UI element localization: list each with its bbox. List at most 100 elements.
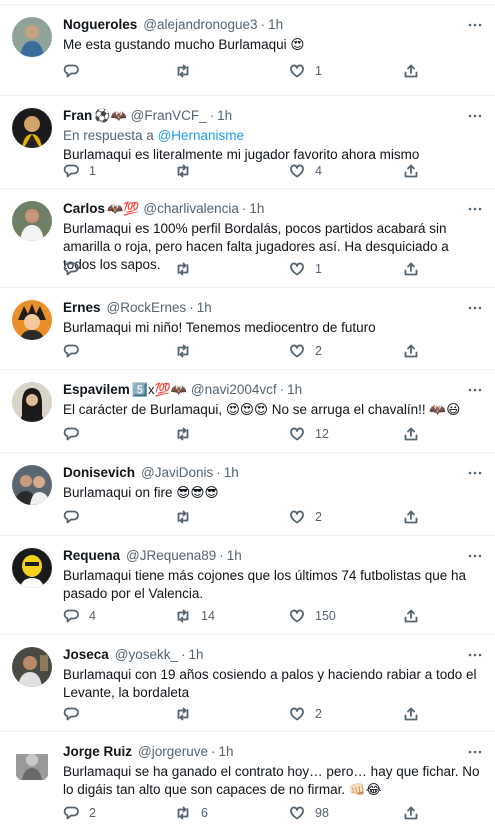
author-handle[interactable]: @navi2004vcf (191, 381, 277, 399)
reply-icon (63, 64, 79, 78)
avatar[interactable] (12, 108, 52, 148)
like-button[interactable]: 1 (289, 261, 335, 277)
more-options-icon[interactable] (467, 108, 483, 124)
more-options-icon[interactable] (467, 647, 483, 663)
share-icon (404, 510, 418, 524)
tweet-time[interactable]: 1h (268, 16, 283, 34)
more-options-icon[interactable] (467, 201, 483, 217)
tweet-card[interactable]: Joseca @yosekk_ · 1h Burlamaqui con 19 a… (0, 635, 495, 732)
author-handle[interactable]: @JRequena89 (126, 547, 216, 565)
reply-button[interactable] (63, 509, 109, 525)
author-name[interactable]: Nogueroles (63, 16, 137, 34)
share-button[interactable] (403, 608, 419, 624)
reply-button[interactable] (63, 63, 109, 79)
avatar[interactable] (12, 17, 52, 57)
avatar[interactable] (12, 647, 52, 687)
like-button[interactable]: 2 (289, 509, 335, 525)
author-name[interactable]: Jorge Ruiz (63, 743, 132, 761)
more-options-icon[interactable] (467, 382, 483, 398)
share-button[interactable] (403, 426, 419, 442)
avatar[interactable] (12, 300, 52, 340)
author-handle[interactable]: @charlivalencia (143, 200, 239, 218)
author-handle[interactable]: @alejandronogue3 (143, 16, 257, 34)
reply-button[interactable] (63, 343, 109, 359)
tweet-time[interactable]: 1h (224, 464, 239, 482)
like-button[interactable]: 150 (289, 608, 336, 624)
author-handle[interactable]: @RockErnes (107, 299, 187, 317)
author-name[interactable]: Fran (63, 107, 92, 125)
retweet-button[interactable] (175, 706, 221, 722)
more-options-icon[interactable] (467, 744, 483, 760)
tweet-time[interactable]: 1h (189, 646, 204, 664)
heart-icon (290, 344, 304, 358)
tweet-card[interactable]: Espavilem 5️⃣x💯🦇 @navi2004vcf · 1h El ca… (0, 370, 495, 453)
reply-button[interactable]: 4 (63, 608, 109, 624)
retweet-button[interactable]: 6 (175, 805, 221, 821)
heart-icon (290, 707, 304, 721)
reply-button[interactable] (63, 426, 109, 442)
share-button[interactable] (403, 63, 419, 79)
author-name[interactable]: Joseca (63, 646, 109, 664)
share-button[interactable] (403, 343, 419, 359)
avatar[interactable] (12, 744, 52, 784)
like-button[interactable]: 4 (289, 163, 335, 179)
tweet-card[interactable]: Fran ⚽🦇 @FranVCF_ · 1h En respuesta a @H… (0, 96, 495, 189)
more-options-icon[interactable] (467, 300, 483, 316)
reply-button[interactable]: 1 (63, 163, 109, 179)
avatar[interactable] (12, 465, 52, 505)
separator-dot: · (219, 548, 224, 563)
retweet-button[interactable] (175, 426, 221, 442)
avatar[interactable] (12, 382, 52, 422)
like-button[interactable]: 2 (289, 343, 335, 359)
tweet-card[interactable]: Carlos 🦇💯 @charlivalencia · 1h Burlamaqu… (0, 189, 495, 288)
reply-button[interactable] (63, 261, 109, 277)
separator-dot: · (241, 201, 247, 216)
share-button[interactable] (403, 163, 419, 179)
like-button[interactable]: 1 (289, 63, 335, 79)
like-button[interactable]: 98 (289, 805, 335, 821)
like-button[interactable]: 2 (289, 706, 335, 722)
author-badges: 🦇💯 (107, 201, 140, 216)
author-name[interactable]: Donisevich (63, 464, 135, 482)
reply-to-handle-link[interactable]: @Hernanisme (158, 128, 244, 143)
reply-count: 1 (89, 164, 96, 178)
retweet-button[interactable] (175, 509, 221, 525)
tweet-time[interactable]: 1h (217, 107, 232, 125)
share-button[interactable] (403, 706, 419, 722)
author-handle[interactable]: @jorgeruve (138, 743, 208, 761)
more-options-icon[interactable] (467, 17, 483, 33)
tweet-card[interactable]: Ernes @RockErnes · 1h Burlamaqui mi niño… (0, 288, 495, 370)
tweet-card[interactable]: Donisevich @JaviDonis · 1h Burlamaqui on… (0, 453, 495, 536)
author-name[interactable]: Carlos (63, 200, 105, 218)
author-name[interactable]: Espavilem (63, 381, 130, 399)
avatar[interactable] (12, 548, 52, 588)
tweet-time[interactable]: 1h (227, 547, 242, 565)
retweet-button[interactable] (175, 261, 221, 277)
share-button[interactable] (403, 805, 419, 821)
share-button[interactable] (403, 509, 419, 525)
retweet-button[interactable]: 14 (175, 608, 221, 624)
retweet-button[interactable] (175, 63, 221, 79)
author-name[interactable]: Ernes (63, 299, 101, 317)
retweet-button[interactable] (175, 163, 221, 179)
share-button[interactable] (403, 261, 419, 277)
tweet-card[interactable]: Nogueroles @alejandronogue3 · 1h Me esta… (0, 5, 495, 96)
tweet-time[interactable]: 1h (219, 743, 234, 761)
retweet-button[interactable] (175, 343, 221, 359)
author-badges: ⚽🦇 (94, 108, 127, 123)
author-handle[interactable]: @JaviDonis (141, 464, 213, 482)
like-button[interactable]: 12 (289, 426, 335, 442)
avatar[interactable] (12, 201, 52, 241)
tweet-time[interactable]: 1h (287, 381, 302, 399)
tweet-time[interactable]: 1h (249, 200, 264, 218)
more-options-icon[interactable] (467, 548, 483, 564)
author-handle[interactable]: @FranVCF_ (131, 107, 207, 125)
reply-button[interactable]: 2 (63, 805, 109, 821)
reply-button[interactable] (63, 706, 109, 722)
tweet-card[interactable]: Jorge Ruiz @jorgeruve · 1h Burlamaqui se… (0, 732, 495, 830)
tweet-card[interactable]: Requena @JRequena89 · 1h Burlamaqui tien… (0, 536, 495, 635)
more-options-icon[interactable] (467, 465, 483, 481)
tweet-time[interactable]: 1h (197, 299, 212, 317)
author-handle[interactable]: @yosekk_ (115, 646, 178, 664)
author-name[interactable]: Requena (63, 547, 120, 565)
